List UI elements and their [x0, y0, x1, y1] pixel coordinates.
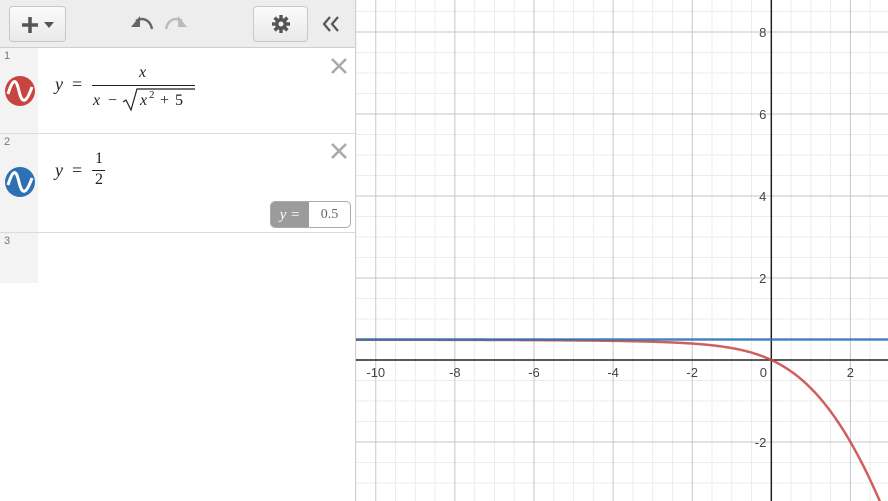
y-tick-label: -2 [755, 435, 767, 450]
x-tick-label: -4 [607, 365, 619, 380]
undo-icon[interactable] [130, 14, 154, 34]
minor-gridlines [356, 0, 888, 501]
plus-icon [22, 17, 38, 33]
delete-expression-1-icon[interactable] [330, 57, 350, 77]
gear-icon [272, 15, 290, 33]
y-tick-label: 8 [759, 25, 766, 40]
fraction: x x − x 2 + 5 [92, 64, 195, 124]
major-gridlines [356, 0, 888, 501]
evaluation-value: 0.5 [320, 207, 339, 222]
expression-2-latex[interactable]: y = [55, 160, 82, 181]
curve-red [356, 338, 882, 501]
denominator: 2 [95, 171, 103, 188]
expression-index: 3 [4, 235, 11, 247]
tick-labels: -10 -8 -6 -4 -2 0 2 8 6 4 2 -2 [366, 25, 854, 450]
x-tick-label: -8 [449, 365, 461, 380]
y-tick-label: 6 [759, 107, 766, 122]
expression-index: 2 [4, 136, 11, 148]
x-tick-label: 2 [847, 365, 854, 380]
add-item-button[interactable] [9, 6, 66, 42]
expression-panel: 1 y = x x − x 2 + 5 2 y = 1 2 y = 0.5 3 [0, 0, 356, 501]
axes [356, 0, 888, 501]
x-tick-label: -2 [686, 365, 698, 380]
curves [356, 338, 888, 501]
graph-paper[interactable]: -10 -8 -6 -4 -2 0 2 8 6 4 2 -2 [356, 0, 888, 501]
expression-toolbar [0, 0, 355, 48]
y-tick-label: 4 [759, 189, 766, 204]
x-tick-label: 0 [760, 365, 767, 380]
fraction-bar [92, 85, 195, 86]
expression-index: 1 [4, 50, 11, 62]
graph-color-icon-red[interactable] [4, 75, 36, 107]
y-tick-label: 2 [759, 271, 766, 286]
x-tick-label: -6 [528, 365, 540, 380]
expression-row-3[interactable]: 3 [0, 233, 355, 283]
x-tick-label: -10 [366, 365, 385, 380]
delete-expression-2-icon[interactable] [330, 142, 350, 162]
graph-color-icon-blue[interactable] [4, 166, 36, 198]
fraction: 1 2 [92, 150, 106, 190]
double-chevron-left-icon[interactable] [321, 15, 341, 33]
sqrt-sign-icon [122, 88, 195, 112]
expression-1-latex[interactable]: y = [55, 74, 82, 95]
expression-row-2[interactable]: 2 y = 1 2 y = 0.5 [0, 134, 355, 233]
numerator: x [139, 64, 147, 81]
settings-button[interactable] [253, 6, 308, 42]
caret-down-icon [44, 22, 54, 28]
expression-row-1[interactable]: 1 y = x x − x 2 + 5 [0, 48, 355, 134]
redo-icon[interactable] [164, 14, 188, 34]
numerator: 1 [95, 150, 103, 167]
evaluation-pill: y = 0.5 [270, 201, 351, 228]
